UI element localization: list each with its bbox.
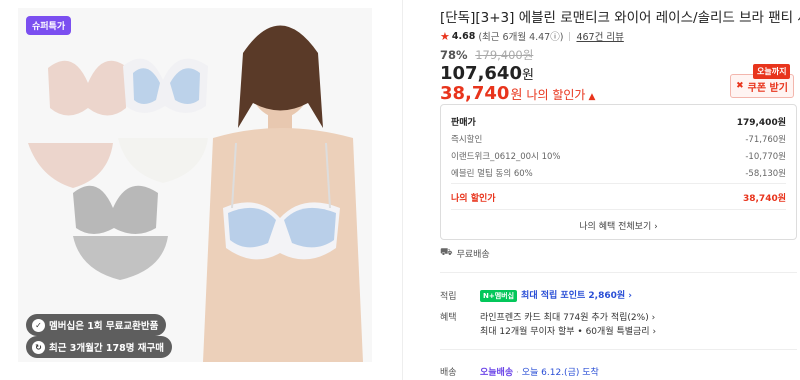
- today-delivery-badge: 오늘배송: [480, 368, 514, 378]
- rating-separator: [569, 31, 571, 41]
- coupon-icon: ✖: [736, 81, 744, 91]
- sale-price-currency: 원: [521, 68, 534, 83]
- original-price-row: 78% 179,400원: [440, 47, 533, 63]
- star-icon: ★: [440, 29, 450, 43]
- repurchase-chip-label: 최근 3개월간 178명 재구매: [49, 343, 165, 354]
- rating-score: 4.68: [451, 30, 476, 42]
- truck-icon: ⛟: [440, 247, 453, 258]
- breakdown-row: 이랜드위크_0612_00시 10% -10,770원: [451, 150, 786, 162]
- breakdown-label: 이랜드위크_0612_00시 10%: [451, 152, 561, 162]
- section-divider: [440, 349, 797, 350]
- my-price-currency: 원: [510, 88, 523, 103]
- breakdown-label: 에블린 멀팁 동의 60%: [451, 169, 533, 179]
- price-breakdown-box: 판매가 179,400원 즉시할인 -71,760원 이랜드위크_0612_00…: [440, 104, 797, 240]
- chevron-up-icon: ▲: [588, 92, 596, 102]
- free-shipping-label: 무료배송: [456, 250, 490, 260]
- review-count-link[interactable]: 467건 리뷰: [576, 29, 623, 43]
- points-value[interactable]: N+멤버십 최대 적립 포인트 2,860원 ›: [480, 288, 632, 302]
- product-title: [단독][3+3] 에블린 로맨티크 와이어 레이스/솔리드 브라 팬티 세트: [440, 10, 800, 26]
- free-shipping: ⛟ 무료배송: [440, 247, 490, 260]
- my-price: 38,740: [440, 83, 510, 104]
- breakdown-value: 179,400원: [736, 118, 786, 128]
- my-price-label: 나의 할인가: [526, 88, 586, 102]
- delivery-label: 배송: [440, 368, 457, 378]
- membership-chip: ✓ 멤버십은 1회 무료교환반품: [26, 314, 167, 336]
- original-price: 179,400원: [475, 48, 534, 62]
- super-deal-badge: 슈퍼특가: [26, 16, 72, 35]
- breakdown-label: 판매가: [451, 118, 476, 128]
- product-image: [18, 8, 372, 362]
- rating-info-icon[interactable]: ⓘ): [550, 29, 563, 43]
- delivery-date: 오늘 6.12.(금) 도착: [521, 368, 599, 378]
- membership-chip-label: 멤버십은 1회 무료교환반품: [49, 321, 159, 332]
- breakdown-divider: [451, 183, 786, 184]
- points-text: 최대 적립 포인트 2,860원 ›: [521, 291, 632, 301]
- npay-membership-badge: N+멤버십: [480, 289, 518, 302]
- benefit-installment-link[interactable]: 최대 12개월 무이자 할부 • 60개월 특별금리 ›: [480, 324, 656, 337]
- benefits-label: 혜택: [440, 313, 457, 323]
- breakdown-value: -58,130원: [745, 169, 786, 179]
- breakdown-my-price-row: 나의 할인가 38,740원: [451, 191, 786, 204]
- rating-row: ★ 4.68 (최근 6개월 4.47 ⓘ) 467건 리뷰: [440, 29, 624, 44]
- coupon-button-label: 쿠폰 받기: [747, 82, 788, 94]
- breakdown-my-label: 나의 할인가: [451, 194, 496, 204]
- delivery-value: 오늘배송 · 오늘 6.12.(금) 도착: [480, 368, 599, 378]
- sale-price-row: 107,640원: [440, 63, 534, 84]
- sale-price: 107,640: [440, 63, 522, 84]
- breakdown-row: 에블린 멀팁 동의 60% -58,130원: [451, 167, 786, 179]
- benefit-card-link[interactable]: 라인프렌즈 카드 최대 774원 추가 적립(2%) ›: [480, 310, 655, 323]
- breakdown-value: -10,770원: [745, 152, 786, 162]
- repurchase-icon: ↻: [32, 340, 45, 354]
- breakdown-row: 즉시할인 -71,760원: [451, 133, 786, 145]
- breakdown-divider: [451, 209, 786, 210]
- product-image-gallery[interactable]: 슈퍼특가 ✓ 멤버십은 1회 무료교환반품 ↻ 최근 3개월간 178명 재구매: [18, 8, 372, 362]
- breakdown-label: 즉시할인: [451, 135, 483, 145]
- column-divider: [402, 0, 403, 380]
- breakdown-value: -71,760원: [745, 135, 786, 145]
- breakdown-my-value: 38,740원: [742, 194, 786, 204]
- breakdown-row: 판매가 179,400원: [451, 115, 786, 128]
- rating-recent: (최근 6개월 4.47: [478, 32, 551, 43]
- section-divider: [440, 272, 797, 273]
- points-label: 적립: [440, 292, 457, 302]
- repurchase-chip: ↻ 최근 3개월간 178명 재구매: [26, 336, 173, 358]
- membership-icon: ✓: [32, 318, 45, 332]
- today-only-tag: 오늘까지: [753, 64, 791, 79]
- view-all-benefits-link[interactable]: 나의 혜택 전체보기 ›: [441, 219, 796, 232]
- discount-percent: 78%: [440, 48, 468, 62]
- my-price-row[interactable]: 38,740 원 나의 할인가 ▲: [440, 83, 595, 104]
